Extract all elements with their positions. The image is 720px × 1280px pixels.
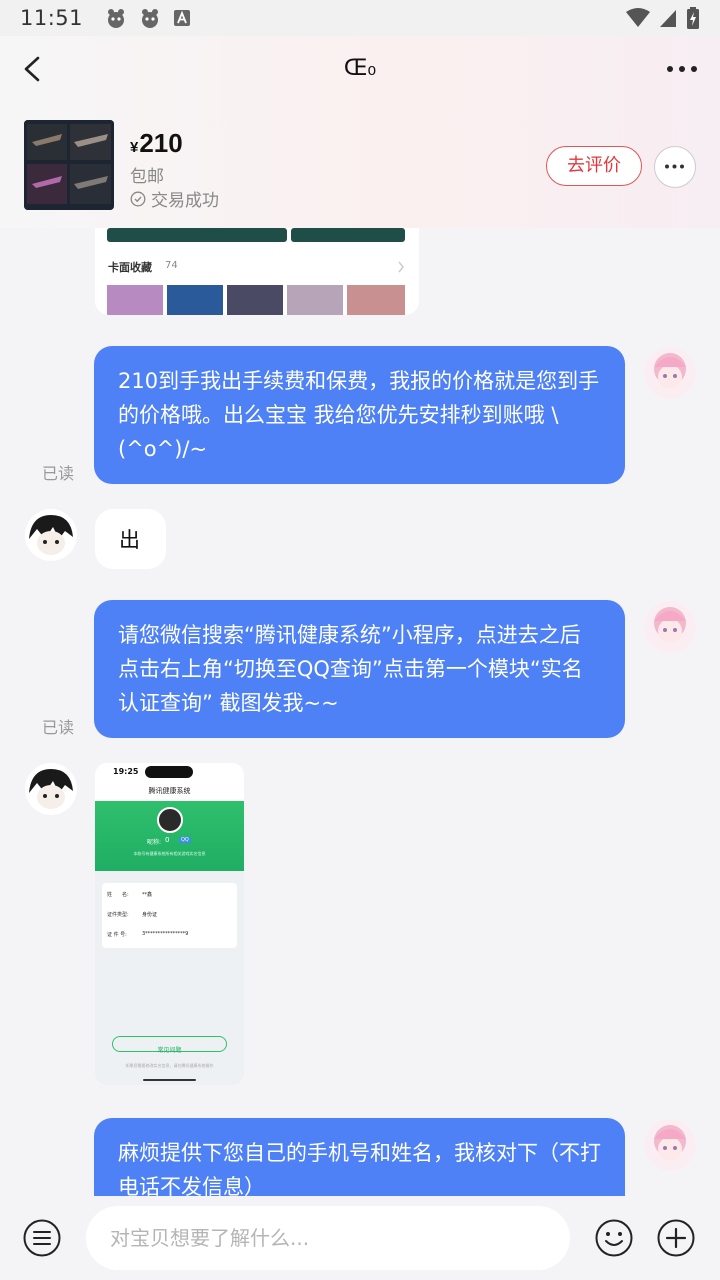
message-bubble-mine[interactable]: 请您微信搜索“腾讯健康系统”小程序，点进去之后点击右上角“切换至QQ查询”点击第…: [94, 600, 625, 738]
status-time: 11:51: [20, 6, 84, 30]
screenshot-name-value: **鑫: [142, 892, 153, 898]
message-bubble-partner[interactable]: 出: [95, 509, 166, 569]
screenshot-app-title: 腾讯健康系统: [148, 787, 191, 795]
input-bar: [0, 1196, 720, 1280]
product-card[interactable]: ¥210 包邮 交易成功 去评价: [0, 120, 720, 212]
screenshot-faq-label: 常见问题: [157, 1047, 182, 1054]
partner-avatar[interactable]: [25, 763, 77, 815]
nav-bar: Œ₀: [0, 36, 720, 102]
message-bubble-mine[interactable]: 麻烦提供下您自己的手机号和姓名，我核对下（不打电话不发信息）: [94, 1118, 625, 1196]
shared-image-message[interactable]: 卡面收藏 74: [95, 228, 419, 315]
trade-status: 交易成功: [130, 186, 219, 211]
message-input[interactable]: [86, 1206, 570, 1270]
screenshot-nickname-label: 昵称:: [147, 839, 162, 846]
message-text: 210到手我出手续费和保费，我报的价格就是您到手的价格哦。出么宝宝 我给您优先安…: [118, 369, 600, 461]
screenshot-home-indicator: [143, 1079, 196, 1081]
screenshot-avatar: [157, 807, 183, 833]
font-notification-icon: [174, 10, 191, 26]
read-receipt: 已读: [42, 718, 75, 737]
screenshot-tag: QQ: [179, 837, 191, 843]
menu-icon[interactable]: [22, 1218, 62, 1258]
notification-app-icon: [108, 9, 125, 28]
screenshot-id-no-label: 证 件 号:: [107, 932, 127, 938]
message-text: 麻烦提供下您自己的手机号和姓名，我核对下（不打电话不发信息）: [118, 1141, 601, 1196]
message-bubble-mine[interactable]: 210到手我出手续费和保费，我报的价格就是您到手的价格哦。出么宝宝 我给您优先安…: [94, 346, 625, 484]
more-options-icon: [665, 164, 684, 169]
screenshot-info-card: 姓 名: **鑫 证件类型: 身份证 证 件 号: 3*************…: [102, 883, 237, 948]
shipping-label: 包邮: [130, 167, 164, 187]
battery-icon: [687, 7, 699, 29]
add-attachment-icon[interactable]: [656, 1218, 696, 1258]
screenshot-nickname-value: 0: [165, 836, 170, 844]
message-text: 请您微信搜索“腾讯健康系统”小程序，点进去之后点击右上角“切换至QQ查询”点击第…: [118, 623, 583, 715]
screenshot-id-no-value: 3****************9: [142, 931, 189, 937]
screenshot-footer: 如果您需要修改实名信息，请在腾讯健康系统操作: [125, 1063, 214, 1068]
screenshot-faq-button: 常见问题: [112, 1036, 227, 1054]
emoji-icon[interactable]: [594, 1218, 634, 1258]
chat-message-list[interactable]: 卡面收藏 74 210到手我出手续费和保费，我报的价格就是您到手的价格哦。出么宝…: [0, 228, 720, 1196]
product-more-button[interactable]: [654, 146, 696, 188]
chat-partner-name: Œ₀: [343, 56, 377, 81]
more-options-icon[interactable]: [664, 54, 700, 84]
check-circle-icon: [130, 191, 146, 206]
signal-icon: [660, 10, 676, 27]
screenshot-island: [145, 766, 193, 778]
notification-app-icon: [142, 9, 159, 28]
screenshot-id-type-value: 身份证: [142, 912, 158, 918]
partner-avatar[interactable]: [25, 509, 77, 561]
screenshot-name-label: 姓 名:: [107, 892, 129, 898]
read-receipt: 已读: [42, 464, 75, 483]
my-avatar[interactable]: [644, 1119, 696, 1171]
screenshot-image-message[interactable]: 19:25 腾讯健康系统 昵称: 0 QQ 本账号有健康系统所有相关游戏实名信息…: [95, 763, 244, 1085]
screenshot-id-type-label: 证件类型:: [107, 912, 129, 918]
my-avatar[interactable]: [644, 601, 696, 653]
screenshot-time: 19:25: [113, 767, 139, 776]
card-section-label: 卡面收藏: [108, 261, 152, 274]
message-text: 出: [119, 528, 140, 552]
review-button[interactable]: 去评价: [546, 146, 642, 186]
card-section-count: 74: [165, 260, 178, 271]
trade-status-text: 交易成功: [151, 191, 219, 211]
my-avatar[interactable]: [644, 347, 696, 399]
status-bar: 11:51: [0, 0, 720, 36]
product-thumbnail[interactable]: [24, 120, 114, 210]
product-price: ¥210: [130, 128, 183, 158]
wifi-icon: [626, 8, 650, 27]
screenshot-notice: 本账号有健康系统所有相关游戏实名信息: [133, 851, 206, 856]
chat-header: Œ₀ ¥210 包邮 交易成功 去评价: [0, 36, 720, 228]
